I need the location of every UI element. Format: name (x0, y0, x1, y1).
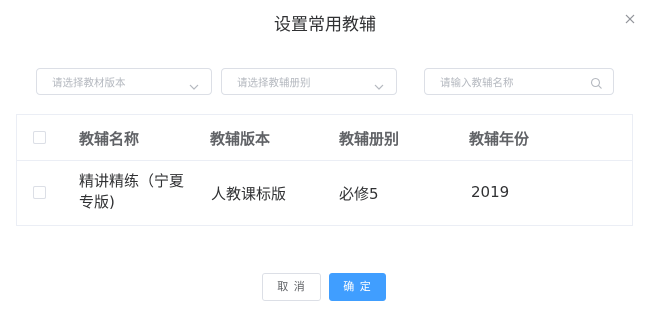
materials-table: 教辅名称 教辅版本 教辅册别 教辅年份 精讲精练（宁夏专版) 人教课标版 必修5… (16, 114, 633, 226)
cell-year: 2019 (471, 183, 510, 201)
table-row[interactable]: 精讲精练（宁夏专版) 人教课标版 必修5 2019 (17, 160, 632, 225)
column-header-version: 教辅版本 (210, 130, 271, 148)
chevron-down-icon (188, 77, 200, 90)
close-icon[interactable] (621, 10, 639, 28)
cancel-button[interactable]: 取 消 (262, 273, 321, 301)
textbook-version-select[interactable]: 请选择教材版本 (36, 68, 212, 95)
confirm-button[interactable]: 确 定 (329, 273, 386, 301)
table-header: 教辅名称 教辅版本 教辅册别 教辅年份 (17, 115, 632, 161)
material-name-search-input[interactable]: 请输入教辅名称 (424, 68, 614, 95)
column-header-volume: 教辅册别 (339, 130, 400, 148)
select-placeholder: 请选择教材版本 (52, 77, 126, 89)
dialog-title: 设置常用教辅 (274, 15, 376, 35)
row-checkbox[interactable] (33, 186, 46, 199)
cell-name: 精讲精练（宁夏专版) (79, 172, 185, 211)
filter-bar: 请选择教材版本 请选择教辅册别 请输入教辅名称 (0, 68, 650, 96)
search-placeholder: 请输入教辅名称 (440, 77, 514, 89)
search-icon[interactable] (590, 75, 603, 89)
chevron-down-icon (373, 77, 385, 90)
cell-version: 人教课标版 (211, 185, 287, 203)
select-placeholder: 请选择教辅册别 (237, 77, 311, 89)
material-volume-select[interactable]: 请选择教辅册别 (221, 68, 397, 95)
column-header-name: 教辅名称 (79, 130, 140, 148)
column-header-year: 教辅年份 (469, 130, 530, 148)
select-all-checkbox[interactable] (33, 131, 46, 144)
cell-volume: 必修5 (339, 185, 379, 203)
set-common-materials-dialog: 设置常用教辅 请选择教材版本 请选择教辅册别 请输入教辅名称 教辅名称 教辅版本… (0, 0, 650, 312)
